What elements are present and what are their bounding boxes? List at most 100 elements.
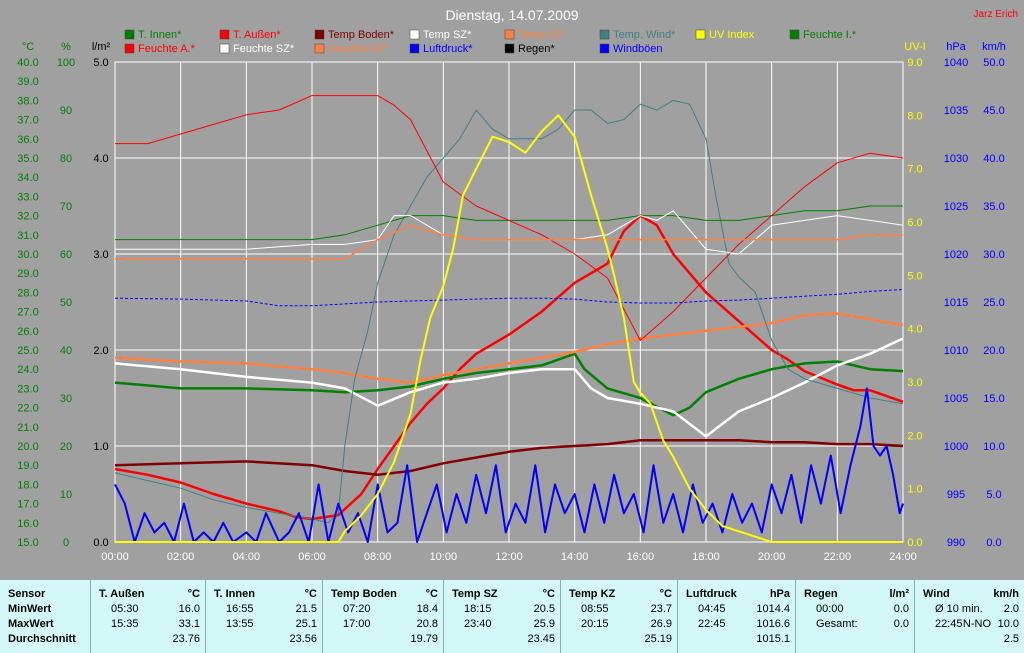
- chart-author: Jarz Erich: [974, 9, 1018, 20]
- legend-label: Temp Boden*: [328, 29, 395, 41]
- uv-tick-label: 4.0: [907, 324, 922, 336]
- humidity-tick-label: 100: [57, 57, 75, 69]
- legend-label: Regen*: [518, 43, 555, 55]
- x-tick-label: 16:00: [627, 551, 655, 563]
- legend-swatch: [599, 29, 610, 40]
- temp-tick-label: 26.0: [17, 326, 38, 338]
- stats-value: 20.5: [533, 603, 555, 615]
- stats-header: Sensor: [8, 588, 46, 600]
- temp-tick-label: 34.0: [17, 172, 38, 184]
- x-tick-label: 02:00: [167, 551, 195, 563]
- temp-tick-label: 15.0: [17, 537, 38, 549]
- rain-tick-label: 3.0: [93, 249, 108, 261]
- temp-tick-label: 27.0: [17, 307, 38, 319]
- uv-tick-label: 7.0: [907, 164, 922, 176]
- temp-tick-label: 16.0: [17, 518, 38, 530]
- rain-tick-label: 2.0: [93, 345, 108, 357]
- humidity-tick-label: 40: [60, 345, 72, 357]
- stats-label: MinWert: [8, 603, 52, 615]
- stats-label: 05:30: [111, 603, 139, 615]
- stats-header: Temp Boden: [331, 588, 397, 600]
- stats-label: MaxWert: [8, 618, 54, 630]
- legend-label: T. Innen*: [138, 29, 182, 41]
- stats-header: Wind: [923, 588, 950, 600]
- stats-column: Luftdruck hPa 04:45 1014.4 22:45 1016.6 1015.1: [677, 580, 796, 653]
- humidity-tick-label: 50: [60, 297, 72, 309]
- stats-header: Temp KZ: [569, 588, 616, 600]
- rain-tick-label: 1.0: [93, 441, 108, 453]
- stats-unit: °C: [659, 588, 672, 600]
- pressure-tick-label: 1010: [944, 345, 968, 357]
- stats-label: 15:35: [111, 618, 139, 630]
- x-tick-label: 14:00: [561, 551, 589, 563]
- stats-extra: N-NO: [962, 618, 991, 630]
- temp-tick-label: 28.0: [17, 287, 38, 299]
- wind-tick-label: 35.0: [983, 201, 1004, 213]
- stats-value: 25.1: [295, 618, 317, 630]
- humidity-tick-label: 30: [60, 393, 72, 405]
- x-tick-label: 18:00: [692, 551, 720, 563]
- x-tick-label: 24:00: [889, 551, 917, 563]
- stats-value: 20.8: [416, 618, 438, 630]
- legend-item: UV Index: [695, 29, 755, 41]
- stats-label: 18:15: [464, 603, 492, 615]
- weather-chart: Dienstag, 14.07.2009 Jarz Erich T. Innen…: [0, 0, 1024, 572]
- x-tick-label: 10:00: [430, 551, 458, 563]
- stats-value: 23.7: [650, 603, 672, 615]
- legend-item: T. Innen*: [124, 29, 182, 41]
- temp-tick-label: 40.0: [17, 57, 38, 69]
- uv-tick-label: 1.0: [907, 484, 922, 496]
- wind-tick-label: 25.0: [983, 297, 1004, 309]
- legend-swatch: [314, 43, 325, 54]
- legend-swatch: [124, 29, 135, 40]
- stats-header: T. Innen: [214, 588, 255, 600]
- pressure-axis-label: hPa: [946, 41, 966, 53]
- humidity-tick-label: 90: [60, 105, 72, 117]
- legend-label: Temp KZ*: [518, 29, 567, 41]
- legend-label: Feuchte KZ*: [328, 43, 390, 55]
- wind-tick-label: 15.0: [983, 393, 1004, 405]
- temp-tick-label: 31.0: [17, 230, 38, 242]
- stats-header: Luftdruck: [686, 588, 737, 600]
- stats-label: 04:45: [698, 603, 726, 615]
- temp-axis-label: °C: [22, 41, 34, 53]
- wind-tick-label: 40.0: [983, 153, 1004, 165]
- humidity-tick-label: 20: [60, 441, 72, 453]
- stats-label: 23:40: [464, 618, 492, 630]
- x-tick-label: 06:00: [298, 551, 326, 563]
- temp-tick-label: 30.0: [17, 249, 38, 261]
- humidity-tick-label: 80: [60, 153, 72, 165]
- stats-column: T. Außen °C 05:30 16.0 15:35 33.1 23.76: [90, 580, 206, 653]
- x-tick-label: 00:00: [101, 551, 129, 563]
- wind-tick-label: 50.0: [983, 57, 1004, 69]
- wind-tick-label: 0.0: [986, 537, 1001, 549]
- legend-swatch: [314, 29, 325, 40]
- temp-tick-label: 21.0: [17, 422, 38, 434]
- pressure-tick-label: 1025: [944, 201, 968, 213]
- stats-label: 22:45: [698, 618, 726, 630]
- temp-tick-label: 25.0: [17, 345, 38, 357]
- stats-column: Regen l/m² 00:00 0.0 Gesamt: 0.0: [795, 580, 915, 653]
- legend-label: Windböen: [613, 43, 663, 55]
- temp-tick-label: 22.0: [17, 403, 38, 415]
- stats-unit: °C: [187, 588, 200, 600]
- wind-tick-label: 30.0: [983, 249, 1004, 261]
- stats-value: 18.4: [416, 603, 438, 615]
- pressure-tick-label: 1030: [944, 153, 968, 165]
- temp-tick-label: 24.0: [17, 364, 38, 376]
- stats-label: Gesamt:: [816, 618, 858, 630]
- stats-value: 19.79: [410, 633, 438, 645]
- stats-header: Temp SZ: [452, 588, 498, 600]
- x-tick-label: 04:00: [233, 551, 261, 563]
- stats-label: 20:15: [581, 618, 609, 630]
- pressure-tick-label: 1000: [944, 441, 968, 453]
- stats-label: 07:20: [343, 603, 371, 615]
- uv-tick-label: 8.0: [907, 110, 922, 122]
- stats-unit: °C: [542, 588, 555, 600]
- stats-value: 2.5: [1003, 633, 1019, 645]
- stats-value: 0.0: [893, 603, 909, 615]
- legend-label: Feuchte I.*: [803, 29, 857, 41]
- temp-tick-label: 39.0: [17, 76, 38, 88]
- stats-value: 1015.1: [756, 633, 790, 645]
- legend-swatch: [504, 29, 515, 40]
